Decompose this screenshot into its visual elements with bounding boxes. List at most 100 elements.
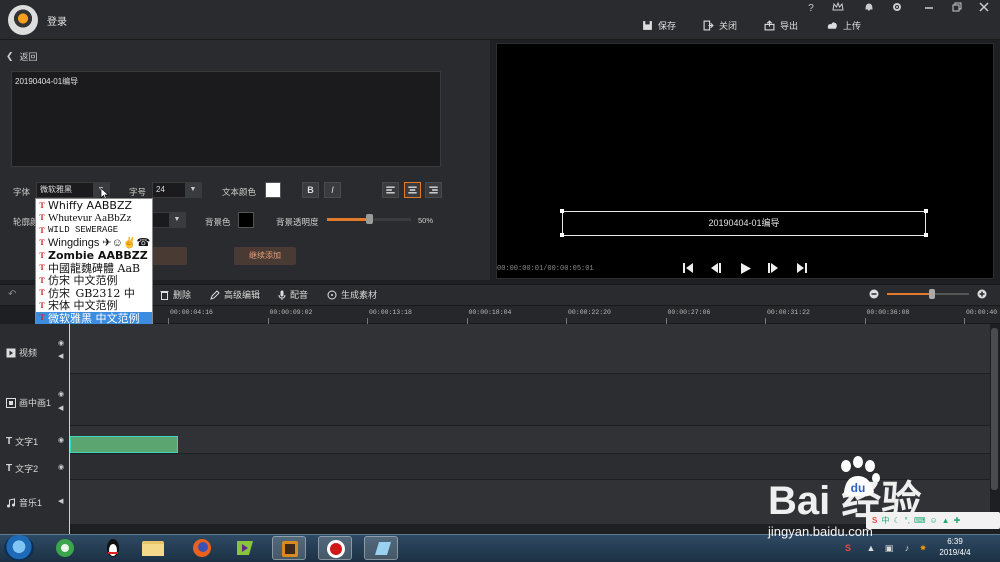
generate-label: 生成素材 [341, 290, 378, 300]
back-label: 返回 [19, 52, 38, 62]
text1-lane[interactable] [70, 426, 990, 454]
sogou-ime-icon[interactable]: S [843, 543, 853, 553]
close-button[interactable]: 关闭 [703, 18, 737, 32]
pip-lane[interactable] [70, 374, 990, 426]
resize-handle[interactable] [560, 209, 564, 213]
start-button[interactable] [4, 535, 34, 561]
size-select[interactable]: 24 ▼ [152, 182, 202, 198]
font-option[interactable]: T WILD SEWERAGE [36, 224, 152, 237]
track-pip[interactable]: 画中画1 [6, 396, 51, 409]
align-right-button[interactable] [425, 182, 442, 198]
resize-handle[interactable] [924, 209, 928, 213]
zoom-out-icon[interactable] [869, 289, 879, 301]
text-color-swatch[interactable] [265, 182, 281, 198]
font-option[interactable]: T 仿宋 中文范例 [36, 274, 152, 286]
tray-notification-icon[interactable]: ✷ [918, 543, 928, 553]
taskbar-app-recorder[interactable] [318, 536, 352, 560]
font-option[interactable]: T Zombie AABBZZ [36, 249, 152, 262]
speaker-icon[interactable]: ◀ [58, 404, 63, 412]
dub-button[interactable]: 配音 [278, 288, 308, 301]
font-option-label: Zombie AABBZZ [48, 249, 148, 262]
bell-icon[interactable] [861, 2, 877, 16]
ime-toolbar[interactable]: S 中 ☾ °, ⌨ ☺ ▲ ✚ [866, 512, 1000, 529]
restore-icon[interactable] [949, 2, 965, 16]
video-preview[interactable] [496, 43, 994, 279]
font-option-label: 仿宋_GB2312 中 [48, 286, 135, 299]
help-icon[interactable]: ? [803, 2, 819, 16]
ime-punct-icon: °, [904, 516, 910, 525]
font-option[interactable]: T 中國龍魏碑體 AaB [36, 262, 152, 274]
back-button[interactable]: ❮ 返回 [6, 50, 38, 63]
tray-phone-icon[interactable]: ▣ [884, 543, 894, 553]
text-clip[interactable] [70, 436, 178, 453]
font-option-selected[interactable]: T 微软雅黑 中文范例 [36, 311, 152, 324]
delete-button[interactable]: 删除 [160, 288, 191, 301]
chevron-down-icon[interactable]: ▼ [169, 213, 185, 227]
italic-button[interactable]: I [324, 182, 341, 198]
speaker-icon[interactable]: ◀ [58, 497, 63, 505]
eye-icon[interactable]: ◉ [58, 339, 64, 347]
taskbar-app-firefox[interactable] [185, 536, 219, 560]
font-option[interactable]: T 仿宋_GB2312 中 [36, 286, 152, 299]
eye-icon[interactable]: ◉ [58, 390, 64, 398]
skip-end-button[interactable] [796, 262, 808, 277]
gear-icon[interactable] [889, 2, 905, 16]
track-video[interactable]: 视频 [6, 346, 37, 359]
next-frame-button[interactable] [766, 262, 780, 277]
chevron-down-icon[interactable]: ▼ [185, 183, 201, 197]
play-button[interactable] [739, 262, 752, 278]
continue-add-button[interactable]: 继续添加 [234, 247, 296, 265]
undo-icon[interactable]: ↶ [8, 289, 16, 300]
volume-icon[interactable]: ♪ [902, 543, 912, 553]
video-lane[interactable] [70, 324, 990, 374]
close-window-icon[interactable] [976, 2, 992, 16]
text-input[interactable]: 20190404-01编导 [11, 71, 441, 167]
font-select[interactable]: 微软雅黑 ▼ [36, 182, 110, 198]
login-link[interactable]: 登录 [47, 13, 67, 28]
taskbar-app-notes[interactable] [364, 536, 398, 560]
eye-icon[interactable]: ◉ [58, 463, 64, 471]
text-icon: T [6, 436, 13, 447]
align-left-button[interactable] [382, 182, 399, 198]
bold-button[interactable]: B [302, 182, 319, 198]
align-center-button[interactable] [404, 182, 421, 198]
eye-icon[interactable]: ◉ [58, 436, 64, 444]
taskbar-app-qq[interactable] [96, 536, 130, 560]
save-label: 保存 [658, 20, 677, 31]
taskbar-app-video-editor[interactable] [272, 536, 306, 560]
align-right-icon [429, 186, 438, 194]
font-option[interactable]: T Whutevur AaBbZz [36, 212, 152, 225]
bg-color-swatch[interactable] [238, 212, 254, 228]
upload-button[interactable]: 上传 [827, 18, 861, 32]
bg-opacity-handle[interactable] [366, 214, 373, 224]
caption-text-box[interactable]: 20190404-01编导 [562, 211, 926, 236]
export-button[interactable]: 导出 [764, 18, 798, 32]
track-music[interactable]: 音乐1 [6, 496, 42, 509]
advanced-edit-button[interactable]: 高级编辑 [210, 288, 260, 301]
outline-select[interactable]: ▼ [152, 212, 186, 228]
tray-arrow-icon[interactable]: ▲ [866, 543, 876, 553]
track-text1[interactable]: T 文字1 [6, 435, 38, 448]
vertical-scrollbar[interactable] [991, 328, 998, 490]
taskbar-app-media[interactable] [228, 536, 262, 560]
playhead[interactable] [69, 306, 70, 534]
system-clock[interactable]: 6:39 2019/4/4 [930, 536, 980, 558]
track-text2[interactable]: T 文字2 [6, 462, 38, 475]
zoom-handle[interactable] [929, 289, 936, 299]
font-option[interactable]: T 宋体 中文范例 [36, 299, 152, 311]
generate-material-button[interactable]: 生成素材 [327, 288, 377, 301]
prev-frame-button[interactable] [709, 262, 723, 277]
apply-button[interactable] [150, 247, 187, 265]
font-option[interactable]: T Whiffy AABBZZ [36, 199, 152, 212]
zoom-in-icon[interactable] [977, 289, 987, 301]
skip-start-button[interactable] [682, 262, 694, 277]
crown-icon[interactable] [830, 1, 846, 16]
minimize-icon[interactable] [921, 2, 937, 16]
save-button[interactable]: 保存 [642, 18, 676, 32]
resize-handle[interactable] [560, 233, 564, 237]
speaker-icon[interactable]: ◀ [58, 352, 63, 360]
taskbar-app-explorer[interactable] [136, 536, 170, 560]
font-option[interactable]: T Wingdings ✈☺✌☎ [36, 237, 152, 249]
taskbar-app-browser[interactable] [48, 536, 82, 560]
resize-handle[interactable] [924, 233, 928, 237]
